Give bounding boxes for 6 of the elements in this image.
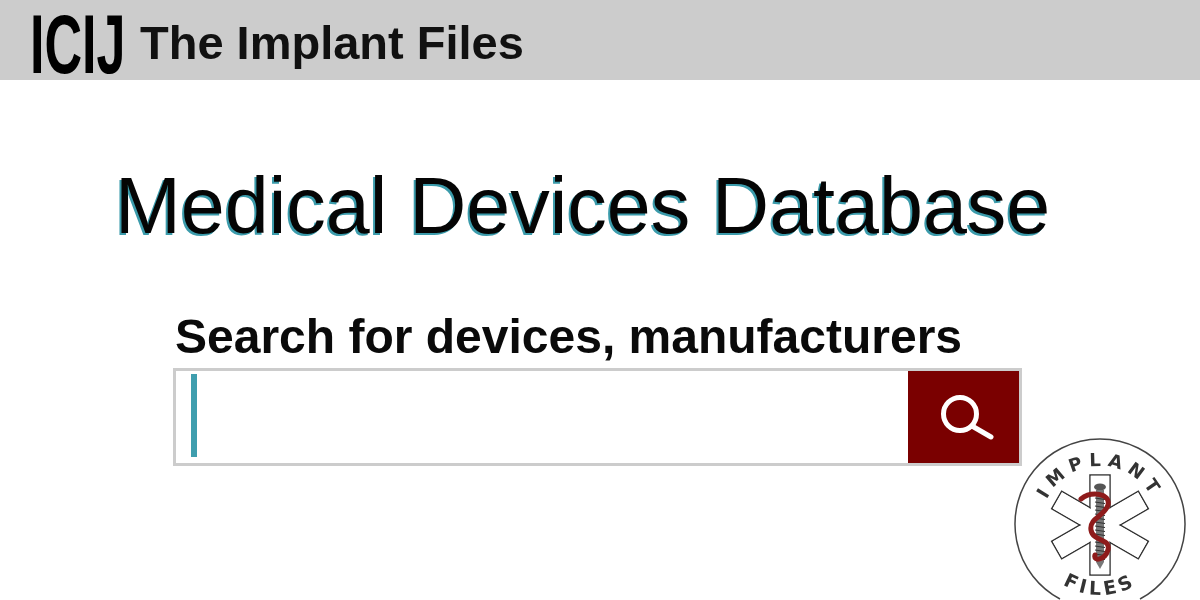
search-button[interactable]	[908, 371, 1019, 463]
page-heading: Medical Devices Database	[115, 166, 1051, 245]
search-label: Search for devices, manufacturers	[175, 313, 962, 361]
search-icon	[938, 394, 995, 440]
brand-logo: ICIJ	[30, 13, 126, 75]
badge-text: FILES	[1060, 568, 1140, 600]
